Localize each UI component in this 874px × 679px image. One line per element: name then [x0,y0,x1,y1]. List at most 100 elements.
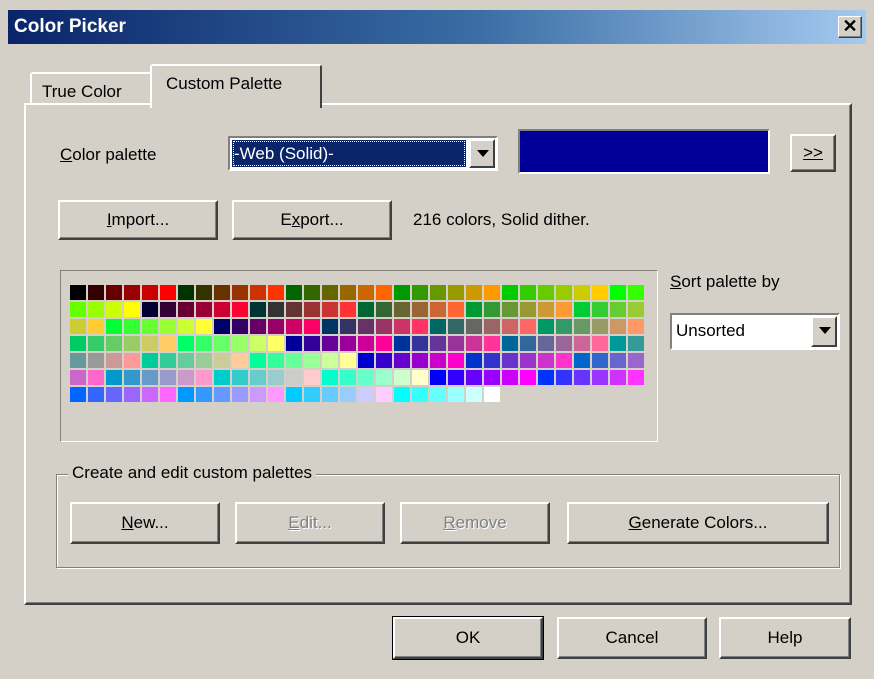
palette-swatch[interactable] [268,302,284,317]
palette-swatch[interactable] [466,319,482,334]
palette-swatch[interactable] [628,353,644,368]
palette-swatch[interactable] [394,302,410,317]
palette-swatch[interactable] [592,353,608,368]
palette-swatch[interactable] [178,353,194,368]
palette-swatch[interactable] [502,370,518,385]
palette-swatch[interactable] [178,370,194,385]
palette-swatch[interactable] [106,353,122,368]
palette-swatch[interactable] [484,302,500,317]
palette-swatch[interactable] [592,285,608,300]
ok-button[interactable]: OK [392,616,544,660]
palette-swatch[interactable] [376,387,392,402]
palette-swatch[interactable] [286,353,302,368]
palette-swatch[interactable] [268,336,284,351]
palette-swatch[interactable] [88,285,104,300]
palette-swatch[interactable] [304,370,320,385]
color-palette-select[interactable]: -Web (Solid)- [228,136,498,171]
palette-swatch[interactable] [304,353,320,368]
palette-swatch[interactable] [196,353,212,368]
palette-swatch[interactable] [628,285,644,300]
palette-swatch[interactable] [160,336,176,351]
palette-swatch[interactable] [376,302,392,317]
chevron-down-icon[interactable] [469,139,495,168]
palette-swatch[interactable] [520,336,536,351]
palette-swatch[interactable] [124,353,140,368]
palette-swatch[interactable] [412,336,428,351]
palette-swatch[interactable] [394,336,410,351]
palette-swatch[interactable] [268,353,284,368]
palette-swatch[interactable] [142,319,158,334]
palette-swatch[interactable] [574,353,590,368]
palette-swatch[interactable] [250,336,266,351]
palette-swatch[interactable] [124,387,140,402]
palette-swatch[interactable] [340,319,356,334]
palette-swatch[interactable] [268,370,284,385]
palette-swatch[interactable] [160,302,176,317]
palette-swatch[interactable] [538,319,554,334]
palette-swatch[interactable] [448,319,464,334]
palette-swatch[interactable] [376,319,392,334]
palette-swatch[interactable] [232,319,248,334]
palette-swatch[interactable] [538,370,554,385]
palette-swatch[interactable] [304,285,320,300]
palette-swatch[interactable] [340,285,356,300]
palette-swatch[interactable] [556,285,572,300]
import-button[interactable]: Import... [58,200,218,240]
palette-swatch[interactable] [628,370,644,385]
palette-swatch[interactable] [520,285,536,300]
palette-swatch[interactable] [286,336,302,351]
palette-swatch[interactable] [448,387,464,402]
palette-swatch[interactable] [340,353,356,368]
palette-swatch[interactable] [322,336,338,351]
edit-palette-button[interactable]: Edit... [235,502,385,544]
palette-swatch[interactable] [70,285,86,300]
palette-swatch[interactable] [124,370,140,385]
palette-swatch[interactable] [286,370,302,385]
palette-swatch[interactable] [394,319,410,334]
palette-swatch[interactable] [412,302,428,317]
palette-swatch[interactable] [286,319,302,334]
palette-swatch[interactable] [178,336,194,351]
palette-swatch[interactable] [88,387,104,402]
palette-swatch[interactable] [232,353,248,368]
palette-swatch[interactable] [610,285,626,300]
palette-swatch[interactable] [322,285,338,300]
palette-swatch[interactable] [448,302,464,317]
palette-swatch[interactable] [592,302,608,317]
palette-swatch[interactable] [610,319,626,334]
palette-swatch[interactable] [88,353,104,368]
palette-swatch[interactable] [196,285,212,300]
palette-swatch[interactable] [268,285,284,300]
sort-palette-select[interactable]: Unsorted [670,313,840,350]
palette-swatch[interactable] [592,336,608,351]
palette-swatch[interactable] [358,302,374,317]
palette-swatch[interactable] [268,387,284,402]
palette-swatch[interactable] [610,336,626,351]
palette-swatch[interactable] [124,285,140,300]
palette-swatch[interactable] [106,387,122,402]
palette-swatch[interactable] [412,370,428,385]
palette-swatch[interactable] [70,370,86,385]
palette-swatch[interactable] [214,285,230,300]
palette-swatch[interactable] [502,302,518,317]
palette-swatch[interactable] [286,387,302,402]
palette-swatch[interactable] [142,336,158,351]
palette-swatch[interactable] [142,302,158,317]
palette-swatch[interactable] [448,353,464,368]
palette-swatch[interactable] [304,387,320,402]
export-button[interactable]: Export... [232,200,392,240]
palette-swatch[interactable] [466,285,482,300]
palette-swatch[interactable] [556,319,572,334]
palette-swatch[interactable] [430,319,446,334]
palette-swatch[interactable] [574,370,590,385]
tab-custom-palette[interactable]: Custom Palette [150,64,322,108]
palette-swatch[interactable] [160,285,176,300]
palette-swatch[interactable] [556,370,572,385]
palette-swatch[interactable] [124,336,140,351]
palette-swatch[interactable] [556,302,572,317]
palette-swatch[interactable] [340,387,356,402]
palette-swatch[interactable] [340,336,356,351]
palette-swatch[interactable] [250,387,266,402]
palette-swatch[interactable] [196,336,212,351]
palette-swatch[interactable] [178,387,194,402]
